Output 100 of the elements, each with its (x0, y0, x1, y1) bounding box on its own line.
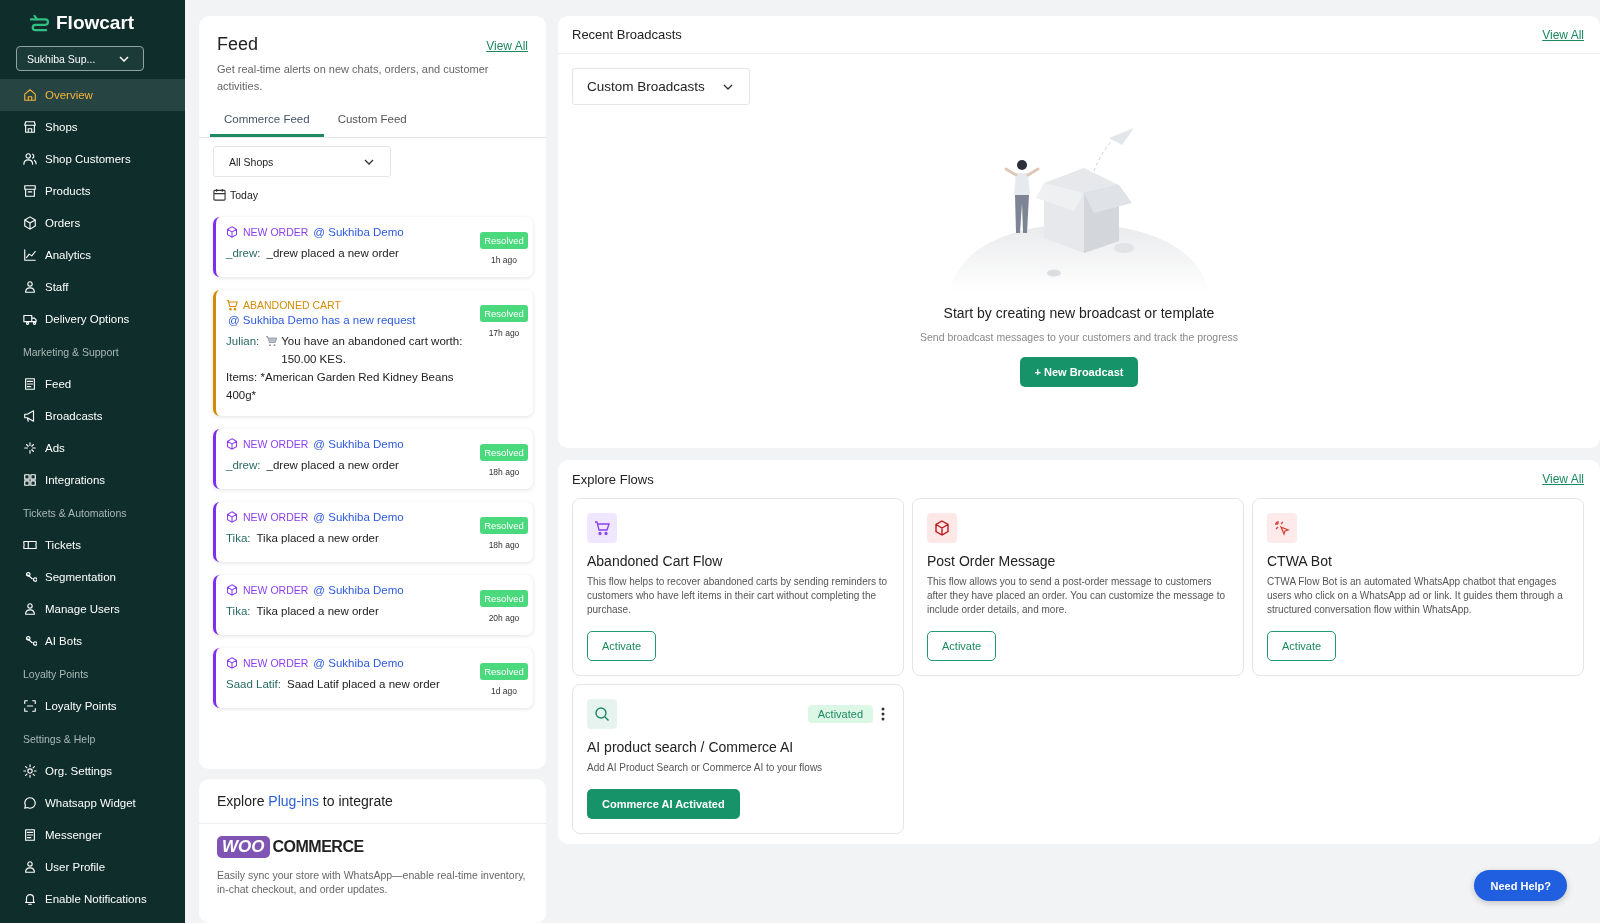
feed-item-card[interactable]: NEW ORDER @ Sukhiba Demo _drew: _drew placed a new order Resolved 1h ago (213, 217, 533, 277)
cube-icon (23, 216, 37, 230)
chevron-down-icon (119, 55, 129, 62)
sidebar-item[interactable]: Integrations (0, 464, 185, 496)
store-icon (23, 120, 37, 134)
sidebar-item[interactable]: Overview (0, 79, 185, 111)
feed-message: _drew placed a new order (266, 458, 400, 473)
feed-type-label: NEW ORDER (243, 226, 309, 238)
feed-message: You have an abandoned cart worth: 150.00 KES. (281, 334, 464, 367)
activate-button[interactable]: Activate (587, 631, 657, 661)
status-badge: Resolved (480, 517, 528, 534)
cart-icon (587, 513, 617, 543)
megaphone-icon (23, 409, 37, 423)
feed-item-card[interactable]: ABANDONED CART @ Sukhiba Demo has a new request Julian: You have an abandoned cart worth: 150.00 KES. Items: *American Garden Red Kidney Beans 400g* Resolved 17h ago (213, 290, 533, 416)
status-badge: Resolved (480, 305, 528, 322)
search-icon (587, 699, 617, 729)
author-name: Tika: (226, 604, 251, 619)
organization-select[interactable]: Sukhiba Sup... (16, 46, 144, 71)
ticket-icon (23, 538, 37, 552)
author-name: Saad Latif: (226, 677, 281, 692)
sidebar-item[interactable]: Orders (0, 207, 185, 239)
author-name: Julian: (226, 334, 260, 349)
grid-icon (23, 473, 37, 487)
sidebar-item[interactable]: Staff (0, 271, 185, 303)
users-icon (23, 152, 37, 166)
sidebar-item[interactable]: Tickets (0, 529, 185, 561)
feed-title: Feed (217, 34, 259, 55)
mention-link[interactable]: @ Sukhiba Demo (313, 438, 404, 450)
feed-tab[interactable]: Custom Feed (323, 107, 421, 137)
status-badge: Resolved (480, 590, 528, 607)
sidebar-item[interactable]: Loyalty Points (0, 690, 185, 722)
nodes-icon (23, 570, 37, 584)
shop-filter-select[interactable]: All Shops (213, 146, 391, 177)
cube-icon (226, 657, 238, 669)
status-badge: Resolved (480, 444, 528, 461)
sidebar-item[interactable]: Org. Settings (0, 755, 185, 787)
sidebar-item[interactable]: Products (0, 175, 185, 207)
need-help-button[interactable]: Need Help? (1474, 870, 1567, 901)
user-icon (23, 860, 37, 874)
sidebar-item[interactable]: Segmentation (0, 561, 185, 593)
mention-link[interactable]: @ Sukhiba Demo (313, 657, 404, 669)
cart-icon (226, 299, 238, 311)
feed-item-card[interactable]: NEW ORDER @ Sukhiba Demo Tika: Tika placed a new order Resolved 18h ago (213, 502, 533, 562)
scan-icon (23, 699, 37, 713)
feed-item-card[interactable]: NEW ORDER @ Sukhiba Demo Tika: Tika placed a new order Resolved 20h ago (213, 575, 533, 635)
timestamp: 18h ago (488, 467, 520, 477)
cube-icon (927, 513, 957, 543)
sidebar-item[interactable]: Shops (0, 111, 185, 143)
truck-icon (23, 312, 37, 326)
mention-link[interactable]: @ Sukhiba Demo has a new request (226, 314, 481, 326)
sidebar-item[interactable]: Whatsapp Widget (0, 787, 185, 819)
flow-description: This flow helps to recover abandoned carts by sending reminders to customers who have left items in their cart without completing the purchase. (587, 575, 889, 617)
flow-description: CTWA Flow Bot is an automated WhatsApp chatbot that engages users who click on a WhatsApp ad or link. It guides them through a structured conversation flow within WhatsApp. (1267, 575, 1564, 617)
sidebar-item[interactable]: Manage Users (0, 593, 185, 625)
document-icon (23, 828, 37, 842)
sidebar-item[interactable]: Enable Notifications (0, 883, 185, 915)
feed-type-label: NEW ORDER (243, 657, 309, 669)
section-title: Recent Broadcasts (572, 27, 682, 42)
cursor-click-icon (1267, 513, 1297, 543)
sidebar-item[interactable]: Feed (0, 368, 185, 400)
view-all-link[interactable]: View All (1542, 472, 1584, 486)
feed-type-label: NEW ORDER (243, 438, 309, 450)
mention-link[interactable]: @ Sukhiba Demo (313, 226, 404, 238)
cart-icon (265, 335, 279, 347)
sidebar-item[interactable]: Delivery Options (0, 303, 185, 335)
sidebar-item[interactable]: Shop Customers (0, 143, 185, 175)
new-broadcast-button[interactable]: + New Broadcast (1019, 357, 1139, 387)
sidebar-section-label: Loyalty Points (22, 666, 90, 682)
broadcast-type-select[interactable]: Custom Broadcasts (572, 68, 750, 105)
sidebar-item[interactable]: Messenger (0, 819, 185, 851)
view-all-link[interactable]: View All (486, 39, 528, 53)
feed-item-card[interactable]: NEW ORDER @ Sukhiba Demo _drew: _drew placed a new order Resolved 18h ago (213, 429, 533, 489)
author-name: _drew: (226, 458, 261, 473)
mention-link[interactable]: @ Sukhiba Demo (313, 584, 404, 596)
chat-icon (23, 796, 37, 810)
plugins-title: Explore Plug-ins to integrate (199, 779, 546, 824)
feed-tab[interactable]: Commerce Feed (210, 107, 324, 137)
archive-icon (23, 184, 37, 198)
chevron-down-icon (722, 83, 733, 90)
sidebar-item[interactable]: AI Bots (0, 625, 185, 657)
sidebar-item[interactable]: Ads (0, 432, 185, 464)
cube-icon (226, 438, 238, 450)
sidebar-item[interactable]: Broadcasts (0, 400, 185, 432)
cube-icon (226, 584, 238, 596)
activated-button[interactable]: Commerce AI Activated (587, 789, 740, 819)
sidebar-section-label: Settings & Help (22, 731, 97, 747)
plugin-description: Easily sync your store with WhatsApp—enable real-time inventory, in-chat checkout, and order updates. (217, 868, 527, 896)
feed-description: Get real-time alerts on new chats, orders, and customer activities. (217, 62, 490, 94)
bell-icon (23, 892, 37, 906)
nodes-icon (23, 634, 37, 648)
sidebar-item[interactable]: User Profile (0, 851, 185, 883)
mention-link[interactable]: @ Sukhiba Demo (313, 511, 404, 523)
feed-item-card[interactable]: NEW ORDER @ Sukhiba Demo Saad Latif: Saad Latif placed a new order Resolved 1d ago (213, 648, 533, 708)
status-badge: Resolved (480, 663, 528, 680)
sidebar-item[interactable]: Analytics (0, 239, 185, 271)
activate-button[interactable]: Activate (1267, 631, 1337, 661)
feed-message: Tika placed a new order (256, 604, 380, 619)
view-all-link[interactable]: View All (1542, 27, 1584, 42)
more-options-icon[interactable] (881, 707, 885, 721)
activate-button[interactable]: Activate (927, 631, 997, 661)
